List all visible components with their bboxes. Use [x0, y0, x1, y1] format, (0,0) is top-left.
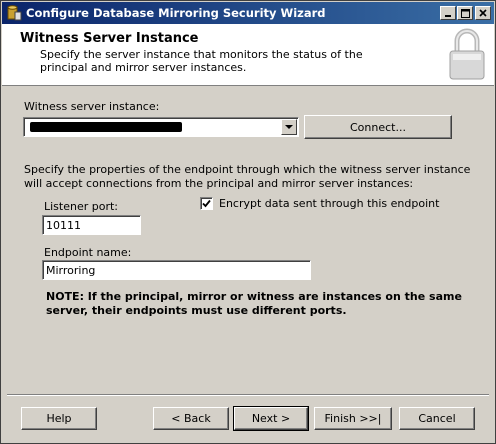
padlock-icon — [449, 28, 485, 80]
back-button[interactable]: < Back — [153, 407, 229, 430]
close-icon — [479, 9, 487, 17]
listener-port-input[interactable]: 10111 — [42, 215, 141, 235]
endpoint-description: Specify the properties of the endpoint t… — [24, 163, 471, 190]
connect-button[interactable]: Connect... — [304, 115, 452, 139]
checkmark-icon — [202, 199, 211, 208]
listener-port-label: Listener port: — [44, 200, 119, 213]
witness-instance-combobox[interactable] — [23, 117, 299, 137]
encrypt-label[interactable]: Encrypt data sent through this endpoint — [219, 197, 439, 210]
finish-button[interactable]: Finish >>| — [314, 407, 392, 430]
window-title: Configure Database Mirroring Security Wi… — [26, 6, 326, 20]
chevron-down-icon — [285, 124, 293, 129]
cancel-button[interactable]: Cancel — [399, 407, 475, 430]
redacted-server-name — [30, 122, 182, 132]
same-server-note: NOTE: If the principal, mirror or witnes… — [46, 290, 462, 317]
combobox-dropdown-button[interactable] — [281, 119, 297, 135]
wizard-header: Witness Server Instance Specify the serv… — [2, 24, 494, 86]
minimize-button[interactable] — [440, 6, 456, 20]
next-button[interactable]: Next > — [233, 406, 309, 431]
witness-instance-label: Witness server instance: — [24, 100, 160, 113]
maximize-button[interactable] — [457, 6, 473, 20]
maximize-icon — [460, 8, 470, 18]
minimize-icon — [445, 15, 451, 17]
encrypt-checkbox[interactable] — [200, 197, 213, 210]
title-bar[interactable]: Configure Database Mirroring Security Wi… — [2, 2, 494, 24]
help-button[interactable]: Help — [21, 407, 97, 430]
wizard-window: Configure Database Mirroring Security Wi… — [0, 0, 496, 444]
database-app-icon — [7, 5, 22, 21]
footer-separator — [7, 394, 489, 396]
page-description: Specify the server instance that monitor… — [40, 48, 363, 74]
close-button[interactable] — [475, 6, 491, 20]
endpoint-name-input[interactable]: Mirroring — [42, 260, 311, 280]
endpoint-name-label: Endpoint name: — [44, 246, 132, 259]
page-title: Witness Server Instance — [20, 31, 199, 46]
